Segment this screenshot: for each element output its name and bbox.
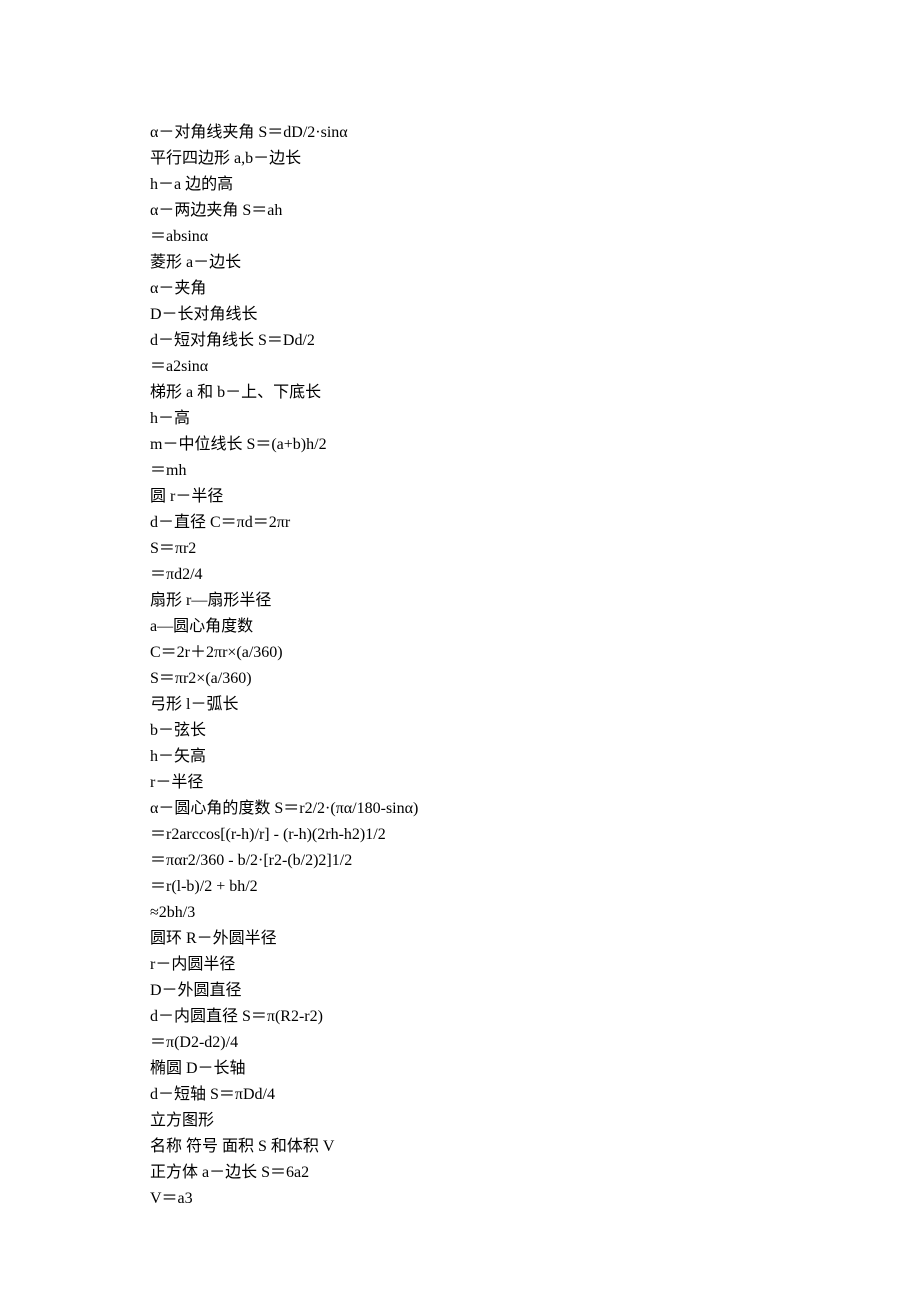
text-line: h－矢高 — [150, 744, 790, 770]
text-line: ＝π(D2-d2)/4 — [150, 1030, 790, 1056]
text-line: 圆环 R－外圆半径 — [150, 926, 790, 952]
text-line: 圆 r－半径 — [150, 484, 790, 510]
text-line: 扇形 r—扇形半径 — [150, 588, 790, 614]
text-line: S＝πr2 — [150, 536, 790, 562]
text-line: S＝πr2×(a/360) — [150, 666, 790, 692]
text-line: α－对角线夹角 S＝dD/2·sinα — [150, 120, 790, 146]
text-line: α－圆心角的度数 S＝r2/2·(πα/180-sinα) — [150, 796, 790, 822]
text-line: D－外圆直径 — [150, 978, 790, 1004]
text-line: C＝2r＋2πr×(a/360) — [150, 640, 790, 666]
text-line: 菱形 a－边长 — [150, 250, 790, 276]
text-line: h－a 边的高 — [150, 172, 790, 198]
text-line: ＝πd2/4 — [150, 562, 790, 588]
text-line: d－短轴 S＝πDd/4 — [150, 1082, 790, 1108]
text-line: ＝absinα — [150, 224, 790, 250]
text-line: a—圆心角度数 — [150, 614, 790, 640]
text-line: m－中位线长 S＝(a+b)h/2 — [150, 432, 790, 458]
text-line: ＝a2sinα — [150, 354, 790, 380]
text-line: ＝r2arccos[(r-h)/r] - (r-h)(2rh-h2)1/2 — [150, 822, 790, 848]
text-line: α－夹角 — [150, 276, 790, 302]
text-line: V＝a3 — [150, 1186, 790, 1212]
text-line: 立方图形 — [150, 1108, 790, 1134]
text-line: r－内圆半径 — [150, 952, 790, 978]
text-line: 弓形 l－弧长 — [150, 692, 790, 718]
document-page: α－对角线夹角 S＝dD/2·sinα 平行四边形 a,b－边长 h－a 边的高… — [0, 0, 920, 1272]
text-line: ＝παr2/360 - b/2·[r2-(b/2)2]1/2 — [150, 848, 790, 874]
text-line: 名称 符号 面积 S 和体积 V — [150, 1134, 790, 1160]
text-line: ≈2bh/3 — [150, 900, 790, 926]
text-line: 正方体 a－边长 S＝6a2 — [150, 1160, 790, 1186]
text-line: 梯形 a 和 b－上、下底长 — [150, 380, 790, 406]
text-line: d－直径 C＝πd＝2πr — [150, 510, 790, 536]
text-line: 椭圆 D－长轴 — [150, 1056, 790, 1082]
text-line: D－长对角线长 — [150, 302, 790, 328]
text-line: 平行四边形 a,b－边长 — [150, 146, 790, 172]
text-line: d－内圆直径 S＝π(R2-r2) — [150, 1004, 790, 1030]
text-line: h－高 — [150, 406, 790, 432]
text-line: r－半径 — [150, 770, 790, 796]
text-line: ＝r(l-b)/2 + bh/2 — [150, 874, 790, 900]
text-line: d－短对角线长 S＝Dd/2 — [150, 328, 790, 354]
text-line: ＝mh — [150, 458, 790, 484]
text-line: α－两边夹角 S＝ah — [150, 198, 790, 224]
text-line: b－弦长 — [150, 718, 790, 744]
